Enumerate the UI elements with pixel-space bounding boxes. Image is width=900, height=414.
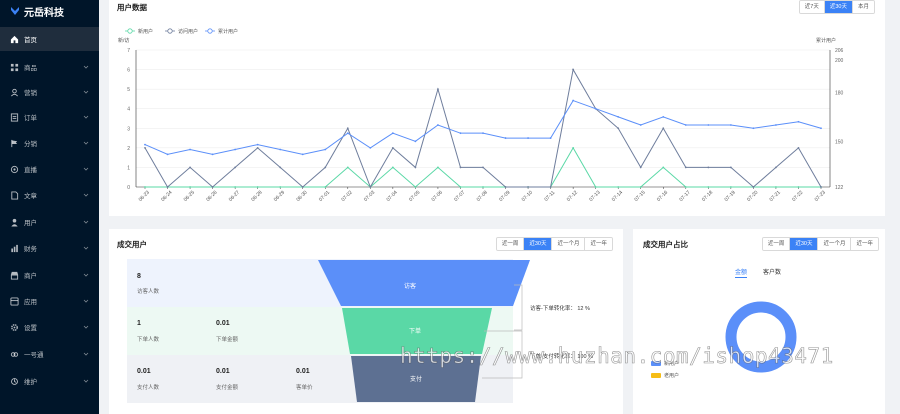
ratio-tab-amount[interactable]: 金额 xyxy=(735,267,748,278)
legend-label-old-users: 老用户 xyxy=(664,373,680,379)
conversion-visit-order-value: 12 % xyxy=(577,306,590,312)
deal-ratio-title: 成交用户占比 xyxy=(643,240,688,249)
conversion-visit-order: 访客-下单转化率： 12 % xyxy=(530,304,590,312)
watermark: https://www.huzhan.com/ishop43471 xyxy=(400,344,834,369)
ratio-range-week[interactable]: 近一周 xyxy=(762,238,790,250)
ratio-tab-customers[interactable]: 客户数 xyxy=(763,267,781,276)
deal-ratio-panel: 成交用户占比 近一周 近30天 近一个月 近一年 金额 客户数 新用户 老用户 xyxy=(633,229,885,414)
ratio-range-30days[interactable]: 近30天 xyxy=(789,238,818,250)
ratio-range-year[interactable]: 近一年 xyxy=(850,238,878,250)
ratio-range-month[interactable]: 近一个月 xyxy=(817,238,851,250)
legend-item-old-users: 老用户 xyxy=(651,372,679,379)
conversion-visit-order-label: 访客-下单转化率： xyxy=(530,306,576,312)
legend-swatch-old-users xyxy=(651,373,661,378)
ratio-range-selector: 近一周 近30天 近一个月 近一年 xyxy=(761,237,879,251)
